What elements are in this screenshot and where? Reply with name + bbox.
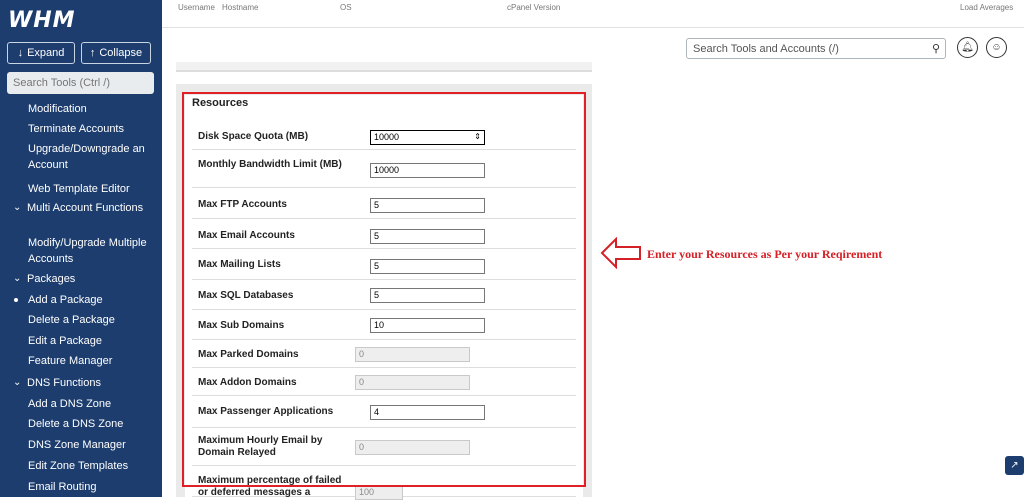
sidebar-item-label: DNS Zone Manager [28,439,126,451]
sidebar-item-label: DNS Functions [27,377,101,389]
sidebar-item[interactable]: Email Routing [0,479,102,495]
sidebar-item[interactable]: Edit Zone Templates [0,458,134,474]
sidebar-item-label: Modification [28,103,87,115]
active-dot-icon [14,298,18,302]
username-header: Username [178,3,215,12]
sidebar-item-label: Add a DNS Zone [28,398,112,410]
resource-value-input: 100 [355,485,403,500]
sidebar-item-label: Delete a Package [28,314,115,326]
chevron-down-icon: ⌄ [13,202,22,213]
sidebar-item-label: Email Routing [28,481,97,493]
chevron-down-icon: ⌄ [13,377,22,388]
os-header: OS [340,3,352,12]
annotation-text: Enter your Resources as Per your Reqirem… [647,247,883,261]
sidebar-item-label: Packages [27,273,76,285]
sidebar-item-label: Upgrade/Downgrade an Account [28,143,145,171]
sidebar-item-label: Feature Manager [28,355,113,367]
sidebar-item[interactable]: Modification [0,101,93,117]
sidebar-item[interactable]: Modify/Upgrade Multiple Accounts [0,235,162,267]
sidebar-item[interactable]: Web Template Editor [0,181,136,197]
sidebar-item-label: Multi Account Functions [27,202,144,214]
resource-value: 100 [359,487,375,497]
sidebar-item[interactable]: Delete a DNS Zone [0,416,129,432]
sidebar-item-label: Add a Package [28,294,103,306]
sidebar-item[interactable]: ⌄ DNS Functions [0,375,107,391]
whm-logo[interactable]: WHM [8,8,76,33]
sidebar-item[interactable]: Feature Manager [0,353,118,369]
sidebar-item[interactable]: Add a DNS Zone [0,396,117,412]
bell-icon[interactable]: 🔔︎ [957,37,978,58]
sidebar-item[interactable]: ⌄ Packages [0,271,81,287]
sidebar-item[interactable]: Upgrade/Downgrade an Account [0,141,162,173]
previous-section-edge [176,62,592,72]
sidebar-item-label: Edit a Package [28,335,102,347]
user-icon[interactable]: ☺ [986,37,1007,58]
cpanel-version-header: cPanel Version [507,3,561,12]
expand-button[interactable]: ↓ Expand [7,42,75,64]
sidebar-item[interactable]: Terminate Accounts [0,121,130,137]
arrow-up-icon: ↑ [89,47,96,59]
chevron-down-icon: ⌄ [13,273,22,284]
hostname-header: Hostname [222,3,259,12]
load-averages-header: Load Averages [960,3,1014,12]
sidebar-item-label: Modify/Upgrade Multiple Accounts [28,237,147,265]
sidebar-item[interactable]: Delete a Package [0,312,121,328]
arrow-down-icon: ↓ [17,47,24,59]
search-icon[interactable]: ⚲ [932,42,940,55]
server-info-bar: Username Hostname OS cPanel Version Load… [162,0,1024,28]
expand-label: Expand [27,47,65,59]
sidebar-item[interactable]: Add a Package [0,292,109,308]
search-placeholder: Search Tools and Accounts (/) [693,43,839,55]
sidebar-item-label: Web Template Editor [28,183,130,195]
arrow-left-icon [600,237,641,269]
sidebar-item[interactable]: ⌄ Multi Account Functions [0,200,149,216]
collapse-label: Collapse [99,47,143,59]
collapse-button[interactable]: ↑ Collapse [81,42,151,64]
sidebar-search-input[interactable] [7,72,154,94]
sidebar-item-label: Edit Zone Templates [28,460,129,472]
sidebar: WHM ↓ Expand ↑ Collapse Modification Term… [0,0,162,497]
sidebar-item-label: Terminate Accounts [28,123,124,135]
chart-icon[interactable]: ↗ [1005,456,1024,475]
sidebar-item-label: Delete a DNS Zone [28,418,124,430]
global-search-input[interactable]: Search Tools and Accounts (/) ⚲ [686,38,946,59]
sidebar-buttons: ↓ Expand ↑ Collapse [7,42,151,64]
sidebar-item[interactable]: DNS Zone Manager [0,437,132,453]
highlight-box [182,92,586,487]
sidebar-item[interactable]: Edit a Package [0,333,108,349]
